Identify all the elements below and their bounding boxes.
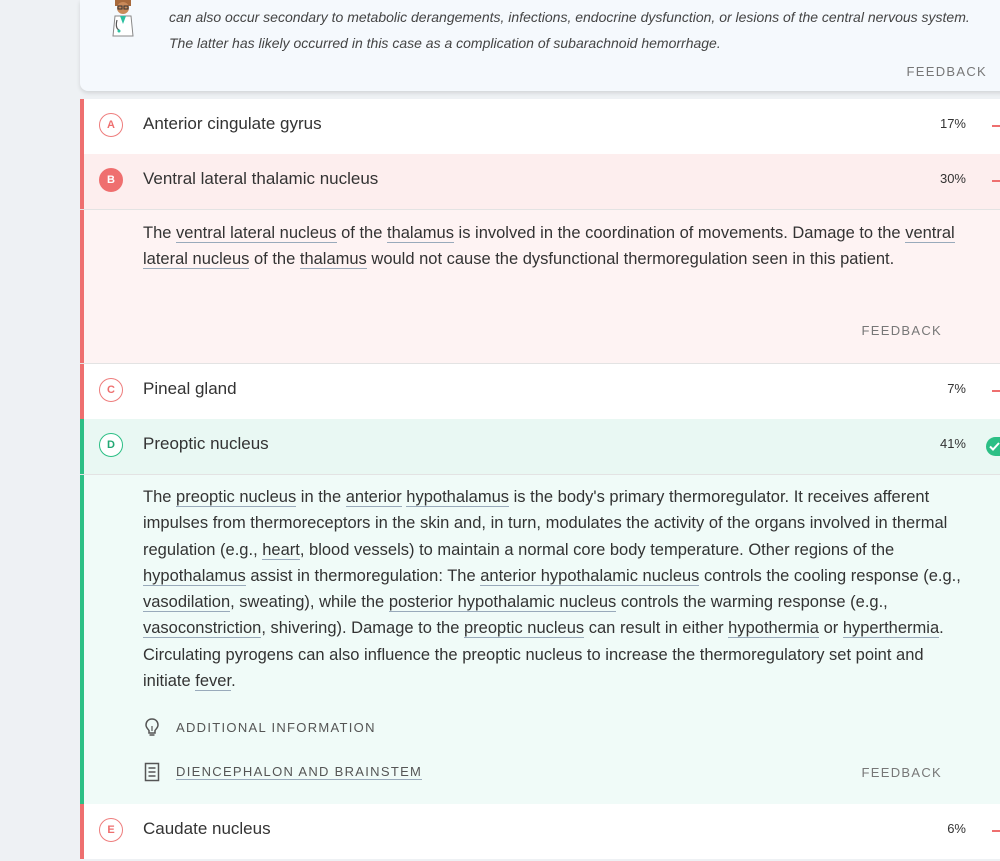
explanation-paragraph: The preoptic nucleus in the anterior hyp… [143,488,961,692]
option-letter-badge: E [99,818,123,842]
term-link[interactable]: heart [262,540,300,560]
incorrect-marker [992,830,1000,832]
feedback-button[interactable]: FEEDBACK [862,765,942,780]
explanation-line: The latter has likely occurred in this c… [169,35,721,51]
incorrect-marker [992,390,1000,392]
lightbulb-icon [145,718,159,736]
answer-option-a[interactable]: A Anterior cingulate gyrus 17% [80,99,1000,154]
option-label: Caudate nucleus [143,819,271,838]
option-d-explanation: The preoptic nucleus in the anterior hyp… [80,475,1000,804]
option-percent: 17% [939,116,966,131]
term-link[interactable]: hyperthermia [842,619,940,639]
option-label: Anterior cingulate gyrus [143,114,322,133]
option-b-explanation: The ventral lateral nucleus of the thala… [80,210,1000,364]
incorrect-marker [992,180,1000,182]
term-link[interactable]: preoptic nucleus [176,488,297,507]
feedback-button[interactable]: FEEDBACK [907,64,987,79]
term-link[interactable]: vasoconstriction [143,619,262,639]
term-link[interactable]: vasodilation [143,593,231,613]
option-label: Preoptic nucleus [143,434,269,453]
term-link[interactable]: ventral lateral nucleus [176,224,337,243]
doctor-avatar-icon [112,0,134,37]
option-percent: 6% [947,821,966,836]
term-link[interactable]: hypothalamus [143,566,246,586]
term-link[interactable]: thalamus [299,250,367,270]
explanation-text: can also occur secondary to metabolic de… [169,4,1000,56]
option-percent: 30% [939,171,966,186]
article-link[interactable]: DIENCEPHALON AND BRAINSTEM [143,761,423,783]
explanation-line: can also occur secondary to metabolic de… [169,9,970,25]
term-link[interactable]: hypothermia [728,619,819,639]
term-link[interactable]: preoptic nucleus [464,619,585,639]
option-letter-badge: D [99,433,123,457]
option-label: Ventral lateral thalamic nucleus [143,169,379,188]
term-link[interactable]: thalamus [387,224,454,243]
term-link[interactable]: hypothalamus [406,488,510,507]
option-letter-badge: A [99,113,123,137]
option-percent: 7% [947,381,966,396]
explanation-card: can also occur secondary to metabolic de… [80,0,1000,91]
answer-option-b[interactable]: B Ventral lateral thalamic nucleus 30% [80,154,1000,209]
option-letter-badge: C [99,378,123,402]
additional-information-label: ADDITIONAL INFORMATION [176,719,376,735]
article-icon [144,762,160,782]
incorrect-marker [992,125,1000,127]
option-percent: 41% [939,436,966,451]
term-link[interactable]: fever [195,672,232,692]
term-link[interactable]: anterior hypothalamic nucleus [480,566,700,586]
term-link[interactable]: anterior [345,488,402,507]
additional-information-toggle[interactable]: ADDITIONAL INFORMATION [143,716,376,738]
answer-option-d[interactable]: D Preoptic nucleus 41% [80,419,1000,474]
option-letter-badge: B [99,168,123,192]
answer-option-c[interactable]: C Pineal gland 7% [80,364,1000,419]
term-link[interactable]: posterior hypothalamic nucleus [388,593,617,613]
feedback-button[interactable]: FEEDBACK [862,323,942,338]
article-link-label: DIENCEPHALON AND BRAINSTEM [176,764,423,780]
option-label: Pineal gland [143,379,237,398]
answer-option-e[interactable]: E Caudate nucleus 6% [80,804,1000,859]
explanation-paragraph: The ventral lateral nucleus of the thala… [143,224,955,270]
checkmark-icon [986,437,1000,456]
